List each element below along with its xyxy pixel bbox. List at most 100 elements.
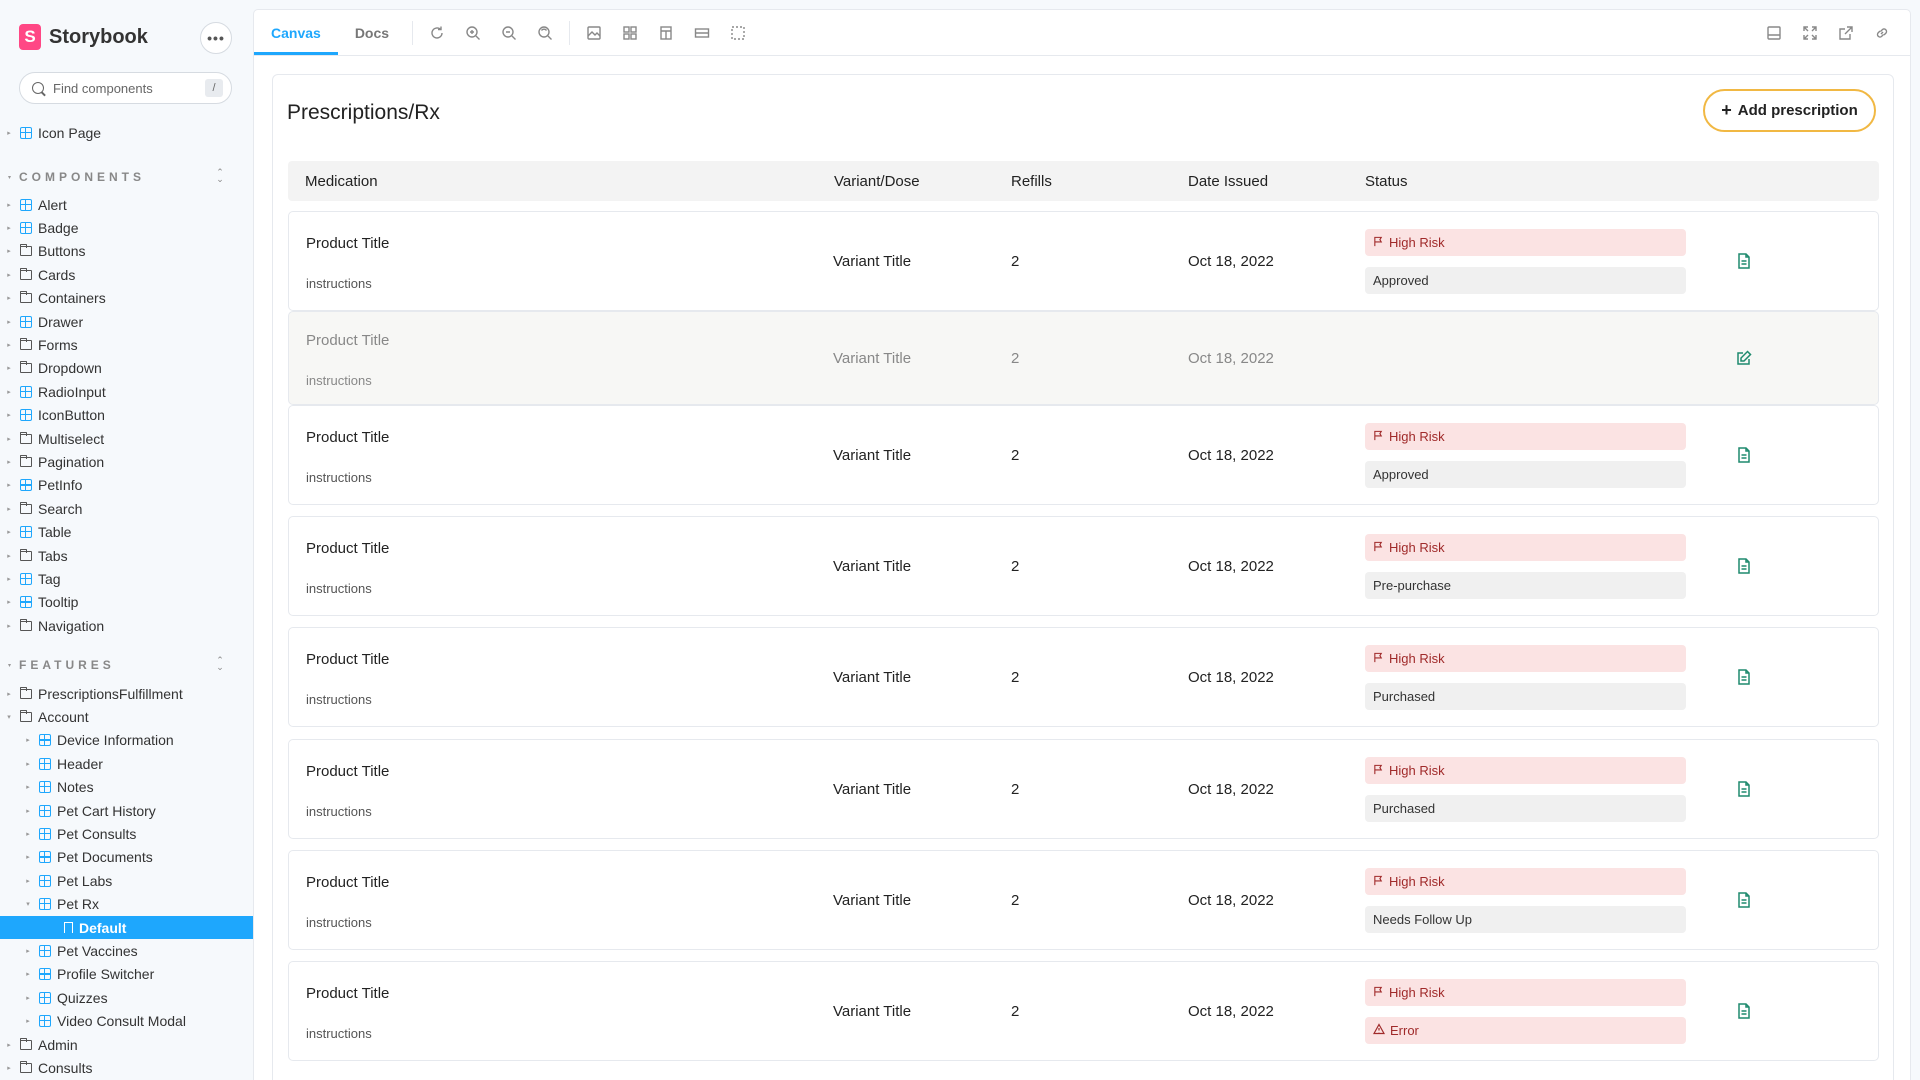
sidebar-item-pagination[interactable]: ▸ Pagination: [0, 450, 254, 473]
sidebar-item-label: RadioInput: [38, 383, 106, 400]
document-icon[interactable]: [1735, 557, 1753, 575]
table-row[interactable]: Product Title instructions Variant Title 2 O…: [288, 211, 1879, 311]
sidebar-item-multiselect[interactable]: ▸ Multiselect: [0, 427, 254, 450]
sidebar-item-device-information[interactable]: ▸ Device Information: [0, 729, 254, 752]
background-icon[interactable]: [576, 10, 612, 55]
component-icon: [39, 781, 51, 794]
product-instructions: instructions: [306, 804, 372, 819]
section-title-components[interactable]: ▾ COMPONENTS: [8, 170, 145, 184]
risk-badge: High Risk: [1365, 645, 1686, 672]
sidebar-item-label: Account: [38, 708, 89, 725]
risk-badge: High Risk: [1365, 757, 1686, 784]
sidebar-item-label: Tooltip: [38, 594, 79, 611]
sidebar-item-pet-rx[interactable]: ▾ Pet Rx: [0, 893, 254, 916]
folder-icon: [20, 361, 32, 374]
document-icon[interactable]: [1735, 668, 1753, 686]
sidebar-item-quizzes[interactable]: ▸ Quizzes: [0, 986, 254, 1009]
fullscreen-icon[interactable]: [1792, 10, 1828, 56]
table-row[interactable]: Product Title instructions Variant Title 2 O…: [288, 850, 1879, 950]
sidebar-item-iconbutton[interactable]: ▸ IconButton: [0, 404, 254, 427]
sidebar-item-pet-vaccines[interactable]: ▸ Pet Vaccines: [0, 939, 254, 962]
measure-icon[interactable]: [684, 10, 720, 55]
document-icon[interactable]: [1735, 446, 1753, 464]
sidebar-item-profile-switcher[interactable]: ▸ Profile Switcher: [0, 963, 254, 986]
sidebar-item-tag[interactable]: ▸ Tag: [0, 567, 254, 590]
sidebar-item-consults[interactable]: ▸ Consults: [0, 1056, 254, 1079]
sidebar-item-drawer[interactable]: ▸ Drawer: [0, 310, 254, 333]
sidebar-item-tabs[interactable]: ▸ Tabs: [0, 544, 254, 567]
zoom-reset-icon[interactable]: [527, 10, 563, 55]
sidebar-item-admin[interactable]: ▸ Admin: [0, 1033, 254, 1056]
sidebar-item-label: Forms: [38, 336, 78, 353]
sidebar-item-search[interactable]: ▸ Search: [0, 497, 254, 520]
folder-icon: [20, 267, 32, 280]
folder-icon: [20, 244, 32, 257]
table-row[interactable]: Product Title instructions Variant Title 2 O…: [288, 516, 1879, 616]
sidebar-item-tooltip[interactable]: ▸ Tooltip: [0, 591, 254, 614]
reload-icon[interactable]: [419, 10, 455, 55]
table-row[interactable]: Product Title instructions Variant Title 2 O…: [288, 627, 1879, 727]
expand-collapse-icon[interactable]: ⌃ ⌄: [215, 168, 225, 184]
sidebar-item-label: PrescriptionsFulfillment: [38, 685, 183, 702]
risk-badge: High Risk: [1365, 868, 1686, 895]
sidebar-item-pet-documents[interactable]: ▸ Pet Documents: [0, 846, 254, 869]
document-icon[interactable]: [1735, 1002, 1753, 1020]
sidebar-item-icon-page[interactable]: ▸ Icon Page: [0, 121, 254, 144]
table-row[interactable]: Product Title instructions Variant Title 2 O…: [288, 739, 1879, 839]
sidebar-item-containers[interactable]: ▸ Containers: [0, 287, 254, 310]
sidebar-item-prescriptionsfulfillment[interactable]: ▸ PrescriptionsFulfillment: [0, 682, 254, 705]
zoom-in-icon[interactable]: [455, 10, 491, 55]
component-icon: [39, 991, 51, 1004]
document-icon[interactable]: [1735, 891, 1753, 909]
sidebar-item-badge[interactable]: ▸ Badge: [0, 216, 254, 239]
copy-link-icon[interactable]: [1864, 10, 1900, 56]
chevron-right-icon: ▸: [7, 435, 11, 443]
tab-docs[interactable]: Docs: [338, 10, 406, 55]
tab-canvas[interactable]: Canvas: [254, 10, 338, 55]
status-label: Error: [1390, 1023, 1419, 1038]
sidebar-item-default[interactable]: Default: [0, 916, 254, 939]
search-input[interactable]: [53, 80, 193, 96]
sidebar-item-alert[interactable]: ▸ Alert: [0, 193, 254, 216]
document-icon[interactable]: [1735, 252, 1753, 270]
sidebar-item-pet-consults[interactable]: ▸ Pet Consults: [0, 822, 254, 845]
viewport-icon[interactable]: [648, 10, 684, 55]
sidebar-item-account[interactable]: ▾ Account: [0, 705, 254, 728]
folder-icon: [20, 291, 32, 304]
open-new-tab-icon[interactable]: [1828, 10, 1864, 56]
sidebar-item-dropdown[interactable]: ▸ Dropdown: [0, 357, 254, 380]
brand[interactable]: S Storybook: [19, 24, 148, 50]
grid-icon[interactable]: [612, 10, 648, 55]
outline-icon[interactable]: [720, 10, 756, 55]
zoom-out-icon[interactable]: [491, 10, 527, 55]
section-title-features[interactable]: ▾ FEATURES: [8, 658, 115, 672]
document-icon[interactable]: [1735, 780, 1753, 798]
sidebar-item-header[interactable]: ▸ Header: [0, 752, 254, 775]
sidebar-item-pet-cart-history[interactable]: ▸ Pet Cart History: [0, 799, 254, 822]
sidebar-item-buttons[interactable]: ▸ Buttons: [0, 240, 254, 263]
sidebar-item-notes[interactable]: ▸ Notes: [0, 776, 254, 799]
sidebar-item-label: IconButton: [38, 407, 105, 424]
column-header-status: Status: [1365, 172, 1408, 190]
sidebar-item-pet-labs[interactable]: ▸ Pet Labs: [0, 869, 254, 892]
component-icon: [39, 1015, 51, 1028]
sidebar-item-petinfo[interactable]: ▸ PetInfo: [0, 474, 254, 497]
sidebar-item-navigation[interactable]: ▸ Navigation: [0, 614, 254, 637]
sidebar-item-forms[interactable]: ▸ Forms: [0, 333, 254, 356]
panel-icon[interactable]: [1756, 10, 1792, 56]
sidebar-item-cards[interactable]: ▸ Cards: [0, 263, 254, 286]
sidebar-item-video-consult-modal[interactable]: ▸ Video Consult Modal: [0, 1010, 254, 1033]
table-row[interactable]: Product Title instructions Variant Title 2 O…: [288, 961, 1879, 1061]
table-row[interactable]: Product Title instructions Variant Title 2 O…: [288, 311, 1879, 405]
add-prescription-button[interactable]: + Add prescription: [1703, 89, 1876, 132]
chevron-right-icon: ▸: [26, 947, 30, 955]
edit-icon[interactable]: [1735, 349, 1753, 367]
search-box[interactable]: /: [19, 72, 232, 104]
plus-icon: +: [1721, 100, 1732, 120]
table-row[interactable]: Product Title instructions Variant Title 2 O…: [288, 405, 1879, 505]
expand-collapse-icon[interactable]: ⌃ ⌄: [215, 656, 225, 672]
sidebar-item-radioinput[interactable]: ▸ RadioInput: [0, 380, 254, 403]
sidebar-item-table[interactable]: ▸ Table: [0, 521, 254, 544]
more-menu-button[interactable]: •••: [200, 22, 232, 54]
folder-icon: [20, 431, 32, 444]
